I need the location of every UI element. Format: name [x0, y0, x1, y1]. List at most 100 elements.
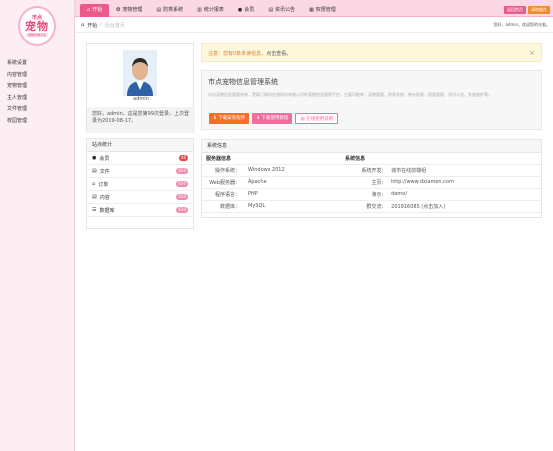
sidebar: 市点 宠物 宠物管理平台 系统设置 内容管理 宠物管理 主人管理 文件管理 校园… — [0, 0, 75, 451]
paw-icon: ❂ — [116, 7, 121, 13]
stat-row-content[interactable]: ▤ 内容 620 — [87, 191, 193, 204]
button-label: 下载安装程序 — [218, 116, 246, 121]
table-cell: MySQL — [244, 200, 342, 213]
logo[interactable]: 市点 宠物 宠物管理平台 — [18, 6, 56, 46]
table-row: Web服务器： Apache 主页: http://www.dxiamen.co… — [202, 176, 541, 189]
close-icon[interactable]: × — [529, 49, 535, 57]
table-row: 操作系统： Windows 2012 系统开发: 城市在线前端组 — [202, 164, 541, 177]
unread-alert: 注意：您有0条未读信息，点击查看。 × — [201, 43, 542, 62]
table-cell: 城市在线前端组 — [387, 164, 541, 177]
nav-label: 统计报表 — [203, 7, 224, 13]
clear-cache-button[interactable]: 清除缓存 — [528, 6, 550, 14]
column-header: 系统信息 — [341, 153, 541, 165]
nav-tab-pets[interactable]: ❂ 宠物管理 — [109, 4, 149, 17]
system-info-card: 系统信息 服务器信息 系统信息 操作系统： Windows 2012 系统开发:… — [201, 139, 542, 218]
table-header-row: 服务器信息 系统信息 — [202, 153, 541, 165]
nav-tab-members[interactable]: ● 会员 — [231, 4, 261, 17]
stat-row-orders[interactable]: ⌂ 订单 620 — [87, 178, 193, 191]
alert-warning-text: 注意：您有0条未读信息， — [208, 51, 267, 57]
login-info-text: 您好，admin。这是您第99次登录，上次登录为2019-08-17。 — [87, 107, 195, 133]
stat-row-members[interactable]: ● 会员 46 — [87, 152, 193, 165]
sysinfo-title: 系统信息 — [202, 140, 541, 153]
user-icon: ● — [237, 7, 243, 13]
stat-label: 订单 — [98, 181, 109, 188]
table-cell: 系统开发: — [341, 164, 388, 177]
table-cell: 群交流: — [341, 200, 388, 213]
download-tutorial-button[interactable]: ⬇ 下载使用教程 — [252, 113, 293, 124]
table-cell: 主页: — [341, 176, 388, 189]
stat-label: 数据库 — [99, 207, 115, 214]
table-cell: PHP — [244, 188, 342, 201]
breadcrumb-separator: / — [100, 22, 102, 28]
table-cell: 演示: — [341, 188, 388, 201]
stat-label: 内容 — [99, 194, 110, 201]
nav-label: 会员 — [244, 7, 255, 13]
top-buttons: 返回首页 清除缓存 — [504, 6, 550, 14]
stat-count-badge: 46 — [178, 155, 188, 161]
homepage-link[interactable]: http://www.dxiamen.com — [387, 176, 541, 189]
home-icon: ⌂ — [87, 7, 91, 13]
sidebar-menu: 系统设置 内容管理 宠物管理 主人管理 文件管理 校园管理 — [0, 58, 75, 127]
chart-icon: ▥ — [197, 7, 202, 13]
nav-tab-permissions[interactable]: ▦ 权限管理 — [302, 4, 343, 17]
logo-main: 宠物 — [25, 20, 49, 33]
table-cell: Apache — [244, 176, 342, 189]
alert-link[interactable]: 点击查看。 — [266, 51, 291, 57]
sidebar-item-owners[interactable]: 主人管理 — [0, 93, 75, 105]
nav-tab-start[interactable]: ⌂ 开始 — [80, 4, 110, 17]
database-icon: ☰ — [92, 207, 97, 213]
sidebar-item-content[interactable]: 内容管理 — [0, 70, 75, 82]
sidebar-item-files[interactable]: 文件管理 — [0, 104, 75, 116]
sidebar-item-campus[interactable]: 校园管理 — [0, 116, 75, 128]
grid-icon: ▦ — [309, 7, 314, 13]
nav-label: 开始 — [92, 7, 103, 13]
stat-row-database[interactable]: ☰ 数据库 620 — [87, 204, 193, 217]
top-nav-bar: ⌂ 开始 ❂ 宠物管理 ▤ 防类系统 ▥ 统计报表 ● 会员 ▤ 资讯公告 ▦ 权限管理 返回… — [75, 0, 553, 17]
welcome-text: 您好，admin，欢迎您的光临。 — [493, 22, 550, 27]
breadcrumb-bar: ⌂ 开始 / 后台首页 您好，admin，欢迎您的光临。 — [75, 17, 553, 33]
stat-label: 会员 — [99, 155, 110, 162]
group-link[interactable]: 201916085 (点击加入) — [387, 200, 541, 213]
nav-label: 防类系统 — [163, 7, 184, 13]
user-icon: ● — [92, 155, 97, 161]
nav-tab-news[interactable]: ▤ 资讯公告 — [261, 4, 302, 17]
profile-card: admin 您好，admin。这是您第99次登录，上次登录为2019-08-17… — [86, 43, 195, 133]
stat-count-badge: 620 — [176, 181, 188, 187]
main-nav: ⌂ 开始 ❂ 宠物管理 ▤ 防类系统 ▥ 统计报表 ● 会员 ▤ 资讯公告 ▦ 权限管理 — [80, 4, 343, 17]
table-cell: Windows 2012 — [244, 164, 342, 177]
stat-count-badge: 620 — [176, 207, 188, 213]
nav-tab-system[interactable]: ▤ 防类系统 — [149, 4, 190, 17]
intro-description: 市点宠物信息管理系统，是厦门城市在线科技有限公司的宠物信息管理平台，主要功能有：… — [208, 92, 492, 97]
cart-icon: ⌂ — [92, 181, 96, 187]
file-icon: ▤ — [92, 168, 97, 174]
nav-label: 资讯公告 — [275, 7, 296, 13]
site-stats-card: 站点统计 ● 会员 46 ▤ 文件 620 ⌂ 订单 620 ▤ 内容 620 ☰ 数据库… — [86, 138, 194, 229]
table-cell: 数据库： — [202, 200, 244, 213]
download-installer-button[interactable]: ⬇ 下载安装程序 — [209, 113, 250, 124]
file-icon: ▤ — [156, 7, 162, 13]
table-row: 数据库： MySQL 群交流: 201916085 (点击加入) — [202, 200, 541, 213]
breadcrumb-current: 后台首页 — [104, 23, 125, 29]
breadcrumb-home[interactable]: 开始 — [87, 22, 97, 29]
return-home-button[interactable]: 返回首页 — [504, 6, 526, 14]
online-manual-button[interactable]: ▤ 在线使用说明 — [295, 113, 339, 124]
column-header: 服务器信息 — [202, 153, 342, 165]
stat-count-badge: 620 — [176, 194, 188, 200]
table-cell: Web服务器： — [202, 176, 244, 189]
home-icon: ⌂ — [81, 22, 85, 28]
table-cell: 程序语言： — [202, 188, 244, 201]
stats-title: 站点统计 — [87, 139, 193, 152]
nav-tab-reports[interactable]: ▥ 统计报表 — [190, 4, 231, 17]
avatar — [123, 50, 157, 96]
demo-link[interactable]: demo/ — [387, 188, 541, 201]
nav-label: 权限管理 — [315, 7, 336, 13]
sysinfo-table: 服务器信息 系统信息 操作系统： Windows 2012 系统开发: 城市在线… — [202, 153, 541, 213]
button-label: 下载使用教程 — [261, 116, 289, 121]
intro-panel: 市点宠物信息管理系统 市点宠物信息管理系统，是厦门城市在线科技有限公司的宠物信息… — [201, 70, 542, 130]
stat-row-files[interactable]: ▤ 文件 620 — [87, 165, 193, 178]
sidebar-item-pets[interactable]: 宠物管理 — [0, 81, 75, 93]
stat-count-badge: 620 — [176, 168, 188, 174]
profile-name: admin — [133, 96, 149, 102]
doc-icon: ▤ — [92, 194, 97, 200]
sidebar-item-system[interactable]: 系统设置 — [0, 58, 75, 70]
